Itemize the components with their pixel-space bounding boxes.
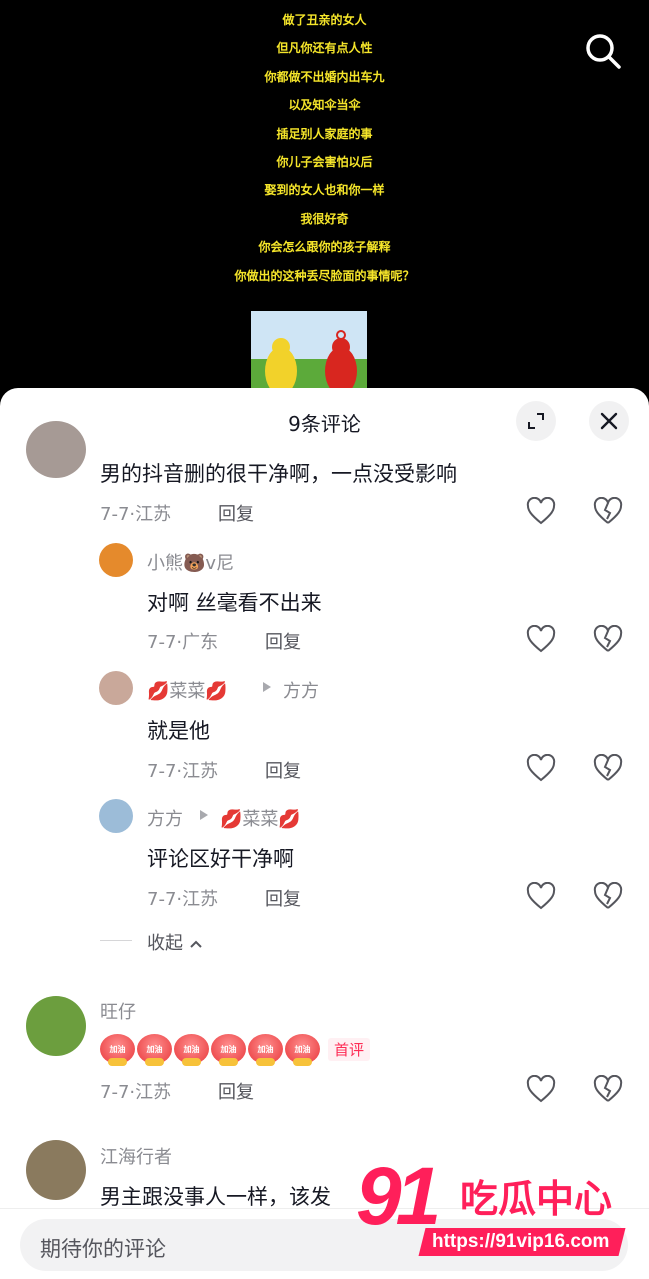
comment-date-location: 7-7·江苏	[100, 504, 172, 525]
comment-input-placeholder: 期待你的评论	[40, 1237, 166, 1261]
emoji-row: 加油 加油 加油 加油 加油 加油 首评	[100, 1034, 371, 1066]
search-button[interactable]	[582, 30, 624, 72]
username[interactable]: 💋菜菜💋	[147, 677, 228, 703]
jiayou-emoji: 加油	[174, 1034, 209, 1066]
comment-text: 男主跟没事人一样，该发	[100, 1185, 331, 1209]
lyric-line: 你会怎么跟你的孩子解释	[258, 240, 391, 255]
lyric-line: 以及知伞当伞	[288, 98, 361, 113]
lyric-line: 插足别人家庭的事	[276, 126, 373, 141]
reply-button[interactable]: 回复	[265, 885, 301, 911]
like-heart-icon[interactable]	[526, 625, 556, 653]
reply-button[interactable]: 回复	[265, 757, 301, 783]
reply-button[interactable]: 回复	[265, 628, 301, 654]
username[interactable]: 旺仔	[100, 998, 136, 1024]
expand-button[interactable]	[516, 401, 556, 441]
collapse-label: 收起	[147, 933, 183, 954]
comment-text: 男的抖音删的很干净啊，一点没受影响	[100, 462, 457, 486]
watermark-text: 吃瓜中心	[460, 1179, 613, 1221]
comments-sheet: 9条评论 男的抖音删的很干净啊，一点没受影响 7-7·江苏 回复 小熊🐻v尼 对…	[0, 388, 649, 1279]
video-thumbnail	[251, 311, 367, 393]
expand-icon	[528, 413, 544, 429]
comment-text: 就是他	[147, 719, 210, 743]
lyric-line: 你都做不出婚内出车九	[264, 69, 385, 84]
avatar[interactable]	[26, 1140, 86, 1200]
reply-arrow-icon	[200, 810, 208, 820]
comment-date-location: 7-7·江苏	[147, 889, 219, 910]
reply-button[interactable]: 回复	[218, 1078, 254, 1104]
watermark-logo: 91 吃瓜中心 https://91vip16.com	[356, 1152, 631, 1262]
dislike-broken-heart-icon[interactable]	[593, 497, 623, 525]
like-heart-icon[interactable]	[526, 1075, 556, 1103]
comment-text: 评论区好干净啊	[147, 847, 294, 871]
close-icon	[600, 412, 618, 430]
avatar[interactable]	[99, 671, 133, 705]
comment-date-location: 7-7·江苏	[147, 761, 219, 782]
chevron-up-icon	[190, 940, 202, 948]
lyric-line: 我很好奇	[300, 211, 349, 226]
avatar[interactable]	[26, 421, 86, 478]
lyric-line: 但凡你还有点人性	[276, 41, 373, 56]
divider	[100, 940, 132, 941]
video-player[interactable]: 做了丑亲的女人 但凡你还有点人性 你都做不出婚内出车九 以及知伞当伞 插足别人家…	[0, 0, 649, 400]
avatar[interactable]	[99, 799, 133, 833]
like-heart-icon[interactable]	[526, 754, 556, 782]
lyric-line: 娶到的女人也和你一样	[264, 183, 385, 198]
like-heart-icon[interactable]	[526, 497, 556, 525]
lyric-line: 你儿子会害怕以后	[276, 154, 373, 169]
jiayou-emoji: 加油	[211, 1034, 246, 1066]
reply-arrow-icon	[263, 682, 271, 692]
jiayou-emoji: 加油	[248, 1034, 283, 1066]
dislike-broken-heart-icon[interactable]	[593, 625, 623, 653]
first-comment-badge: 首评	[328, 1037, 371, 1061]
jiayou-emoji: 加油	[137, 1034, 172, 1066]
jiayou-emoji: 加油	[285, 1034, 320, 1066]
lyric-line: 做了丑亲的女人	[282, 13, 367, 27]
username[interactable]: 江海行者	[100, 1143, 172, 1169]
dislike-broken-heart-icon[interactable]	[593, 1075, 623, 1103]
avatar[interactable]	[26, 996, 86, 1056]
search-icon	[586, 34, 621, 69]
collapse-replies-button[interactable]: 收起	[147, 929, 203, 955]
lyric-line: 你做出的这种丢尽脸面的事情呢？	[234, 268, 415, 283]
comment-date-location: 7-7·江苏	[100, 1082, 172, 1103]
dislike-broken-heart-icon[interactable]	[593, 754, 623, 782]
lyrics-overlay: 做了丑亲的女人 但凡你还有点人性 你都做不出婚内出车九 以及知伞当伞 插足别人家…	[0, 6, 649, 290]
close-button[interactable]	[589, 401, 629, 441]
avatar[interactable]	[99, 543, 133, 577]
username[interactable]: 小熊🐻v尼	[147, 549, 234, 575]
comment-text: 对啊 丝毫看不出来	[147, 591, 322, 615]
reply-to-username[interactable]: 💋菜菜💋	[220, 805, 301, 831]
comment-date-location: 7-7·广东	[147, 632, 219, 653]
watermark-url: https://91vip16.com	[432, 1231, 610, 1252]
reply-button[interactable]: 回复	[218, 500, 254, 526]
reply-to-username[interactable]: 方方	[283, 677, 319, 703]
like-heart-icon[interactable]	[526, 882, 556, 910]
dislike-broken-heart-icon[interactable]	[593, 882, 623, 910]
username[interactable]: 方方	[147, 805, 183, 831]
jiayou-emoji: 加油	[100, 1034, 135, 1066]
watermark-number: 91	[356, 1151, 441, 1242]
